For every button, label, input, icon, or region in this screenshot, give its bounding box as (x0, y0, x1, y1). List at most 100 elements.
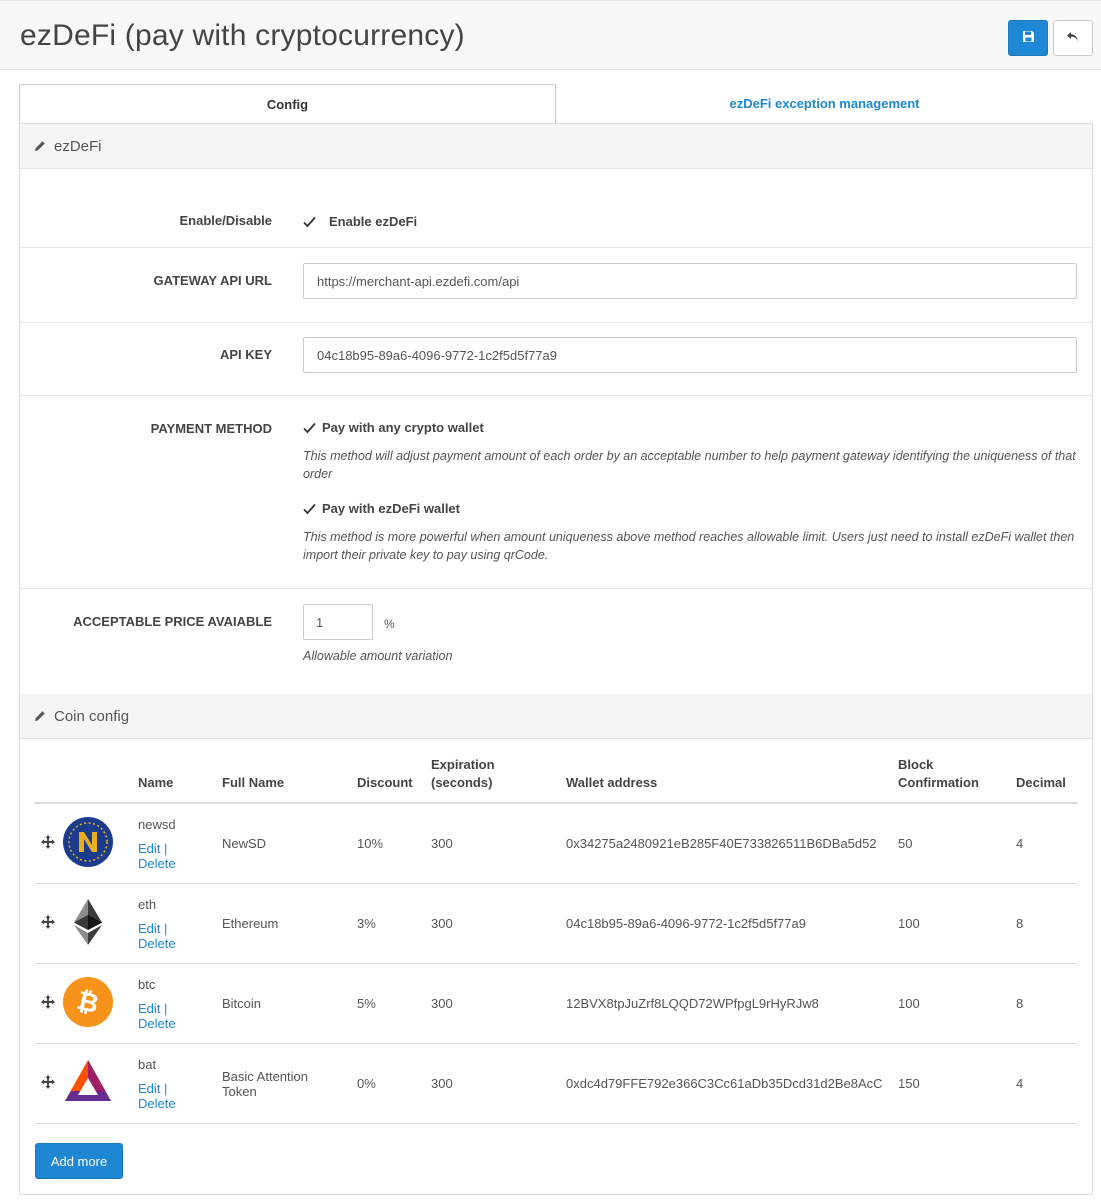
edit-link[interactable]: Edit (138, 1001, 160, 1016)
header-name: Name (138, 756, 222, 804)
bat-logo-icon (63, 1057, 113, 1107)
separator: | (164, 1080, 168, 1096)
acceptable-price-input[interactable]: 1 (303, 604, 373, 640)
full-name-cell: Bitcoin (222, 963, 357, 1044)
name-cell: btc Edit | Delete (138, 963, 222, 1044)
delete-link[interactable]: Delete (138, 856, 222, 871)
enable-row: Enable/Disable Enable ezDeFi (20, 174, 1092, 248)
acceptable-price-row: ACCEPTABLE PRICE AVAIABLE 1 % Allowable … (20, 589, 1092, 694)
ezdefi-wallet-option[interactable]: Pay with ezDeFi wallet (303, 501, 460, 516)
pencil-icon (34, 140, 46, 152)
drag-cell (35, 963, 63, 1044)
expiration-cell: 300 (431, 803, 566, 884)
ezdefi-wallet-checkbox[interactable] (303, 503, 316, 515)
ezdefi-section-header: ezDeFi (20, 124, 1092, 169)
percent-unit: % (384, 617, 395, 631)
tab-config[interactable]: Config (19, 84, 556, 124)
header-full-name: Full Name (222, 756, 357, 804)
coin-name: eth (138, 896, 157, 912)
separator: | (164, 920, 168, 936)
config-panel: ezDeFi Enable/Disable Enable ezDeFi GATE… (19, 123, 1093, 1195)
full-name-cell: NewSD (222, 803, 357, 884)
payment-method-label: PAYMENT METHOD (150, 421, 272, 436)
api-key-row: API KEY 04c18b95-89a6-4096-9772-1c2f5d5f… (20, 322, 1092, 396)
any-wallet-checkbox[interactable] (303, 422, 316, 434)
header-drag (35, 756, 63, 804)
block-cell: 50 (898, 803, 1016, 884)
edit-link[interactable]: Edit (138, 921, 160, 936)
page-header: ezDeFi (pay with cryptocurrency) (0, 0, 1101, 70)
decimal-cell: 4 (1016, 1043, 1077, 1124)
block-cell: 100 (898, 883, 1016, 964)
logo-cell: ₿ (63, 963, 138, 1044)
header-decimal: Decimal (1016, 756, 1077, 804)
drag-cell (35, 803, 63, 884)
drag-handle-icon[interactable] (41, 1075, 55, 1092)
edit-link[interactable]: Edit (138, 1081, 160, 1096)
save-button[interactable] (1008, 20, 1048, 56)
enable-checkbox-group[interactable]: Enable ezDeFi (303, 214, 417, 229)
ezdefi-wallet-label: Pay with ezDeFi wallet (322, 501, 460, 516)
logo-cell (63, 803, 138, 884)
header-expiration-line2: (seconds) (431, 775, 493, 790)
decimal-cell: 8 (1016, 963, 1077, 1044)
save-icon (1022, 30, 1035, 46)
delete-link[interactable]: Delete (138, 936, 222, 951)
coin-table: Name Full Name Discount Expiration (secon… (35, 756, 1077, 1124)
wallet-cell: 04c18b95-89a6-4096-9772-1c2f5d5f77a9 (566, 883, 898, 964)
section-title: Coin config (54, 707, 130, 725)
edit-link[interactable]: Edit (138, 841, 160, 856)
tab-exception-management[interactable]: ezDeFi exception management (556, 84, 1093, 124)
drag-handle-icon[interactable] (41, 835, 55, 852)
drag-handle-icon[interactable] (41, 915, 55, 932)
payment-method-row: PAYMENT METHOD Pay with any crypto walle… (20, 395, 1092, 589)
drag-cell (35, 883, 63, 964)
separator: | (164, 840, 168, 856)
drag-cell (35, 1043, 63, 1124)
api-key-input[interactable]: 04c18b95-89a6-4096-9772-1c2f5d5f77a9 (303, 337, 1077, 373)
header-wallet: Wallet address (566, 756, 898, 804)
name-cell: eth Edit | Delete (138, 883, 222, 964)
ethereum-logo-icon (63, 897, 113, 947)
delete-link[interactable]: Delete (138, 1096, 222, 1111)
any-wallet-help: This method will adjust payment amount o… (303, 449, 1076, 481)
decimal-cell: 4 (1016, 803, 1077, 884)
full-name-cell: Ethereum (222, 883, 357, 964)
coin-name: bat (138, 1056, 157, 1072)
header-expiration: Expiration (seconds) (431, 756, 566, 804)
gateway-url-input[interactable]: https://merchant-api.ezdefi.com/api (303, 263, 1077, 299)
coin-config-section-header: Coin config (20, 694, 1092, 739)
gateway-row: GATEWAY API URL https://merchant-api.ezd… (20, 248, 1092, 323)
any-wallet-label: Pay with any crypto wallet (322, 420, 484, 435)
pencil-icon (34, 710, 46, 722)
logo-cell (63, 883, 138, 964)
api-key-label: API KEY (219, 347, 272, 362)
discount-cell: 5% (357, 963, 431, 1044)
delete-link[interactable]: Delete (138, 1016, 222, 1031)
full-name-cell: Basic Attention Token (222, 1043, 357, 1124)
block-cell: 150 (898, 1043, 1016, 1124)
expiration-cell: 300 (431, 963, 566, 1044)
acceptable-price-help: Allowable amount variation (303, 649, 453, 663)
separator: | (164, 1000, 168, 1016)
any-wallet-option[interactable]: Pay with any crypto wallet (303, 420, 484, 435)
header-expiration-line1: Expiration (431, 757, 495, 772)
coin-name: newsd (138, 816, 176, 832)
acceptable-price-label: ACCEPTABLE PRICE AVAIABLE (73, 614, 272, 629)
wallet-cell: 0x34275a2480921eB285F40E733826511B6DBa5d… (566, 803, 898, 884)
add-more-button[interactable]: Add more (35, 1143, 123, 1179)
drag-handle-icon[interactable] (41, 995, 55, 1012)
undo-icon (1066, 31, 1080, 46)
header-block-line2: Confirmation (898, 775, 979, 790)
coin-name: btc (138, 976, 156, 992)
back-button[interactable] (1053, 20, 1093, 56)
wallet-cell: 0xdc4d79FFE792e366C3Cc61aDb35Dcd31d2Be8A… (566, 1043, 898, 1124)
header-logo (63, 756, 138, 804)
header-block-line1: Block (898, 757, 934, 772)
table-header-row: Name Full Name Discount Expiration (secon… (35, 756, 1077, 804)
enable-checkbox-label: Enable ezDeFi (329, 214, 418, 229)
enable-label: Enable/Disable (179, 213, 272, 228)
expiration-cell: 300 (431, 1043, 566, 1124)
enable-checkbox[interactable] (303, 216, 316, 228)
header-block: Block Confirmation (898, 756, 1016, 804)
